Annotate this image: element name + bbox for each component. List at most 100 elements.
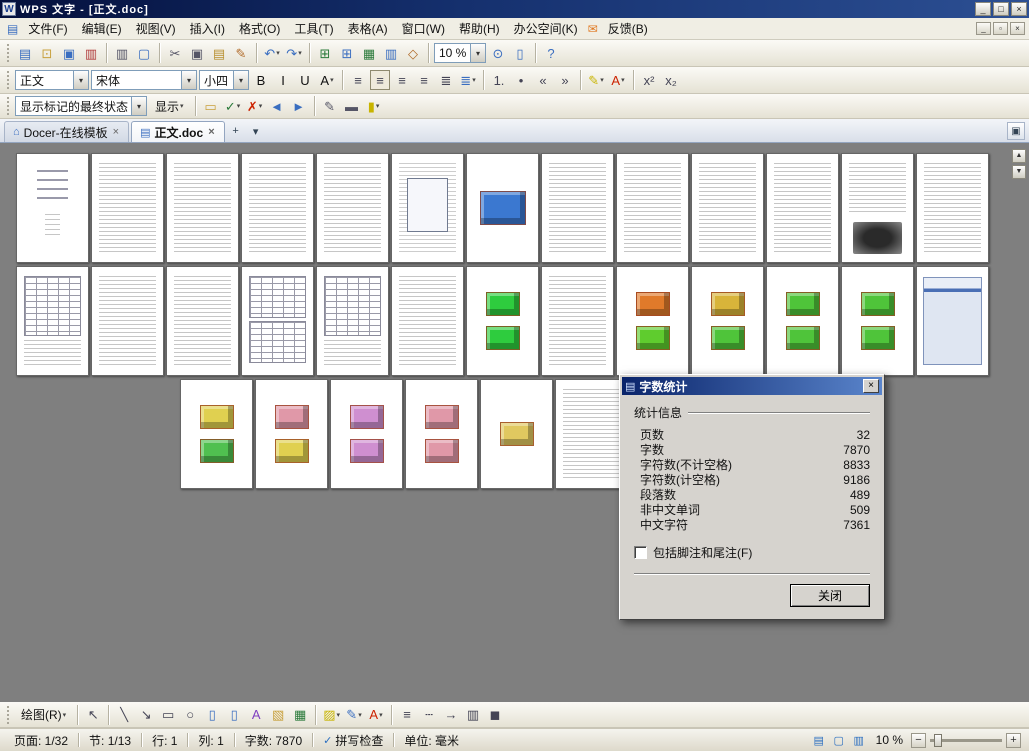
page-thumbnail[interactable] bbox=[841, 153, 914, 263]
page-thumbnail[interactable] bbox=[316, 153, 389, 263]
highlight-color-icon[interactable]: ✎ ▾ bbox=[586, 70, 606, 90]
toolbar-grip[interactable] bbox=[5, 71, 10, 89]
show-markup-menu[interactable]: 显示 ▾ bbox=[149, 96, 190, 116]
arrow-line-icon[interactable]: ↘ bbox=[136, 705, 156, 725]
fill-color-icon[interactable]: ▨ ▾ bbox=[321, 705, 342, 725]
page-thumbnail[interactable] bbox=[166, 266, 239, 376]
draw-font-color-icon[interactable]: A ▾ bbox=[366, 705, 386, 725]
dropdown-arrow-icon[interactable]: ▾ bbox=[233, 71, 248, 89]
zoom-slider-thumb[interactable] bbox=[934, 733, 942, 747]
threed-style-icon[interactable]: ◼ bbox=[485, 705, 505, 725]
status-column-indicator[interactable]: 列: 1 bbox=[192, 732, 229, 749]
select-objects-icon[interactable]: ↖ bbox=[83, 705, 103, 725]
page-thumbnail[interactable] bbox=[255, 379, 328, 489]
checkbox-unchecked-icon[interactable] bbox=[634, 546, 647, 559]
menu-item-tools[interactable]: 工具(T) bbox=[287, 18, 340, 39]
toolbar-grip[interactable] bbox=[5, 705, 10, 724]
vertical-text-box-icon[interactable]: ▯ bbox=[224, 705, 244, 725]
print-preview-icon[interactable]: ▢ bbox=[134, 43, 154, 63]
new-document-icon[interactable]: ▤ bbox=[15, 43, 35, 63]
status-spell-check[interactable]: ✓ 拼写检查 bbox=[317, 732, 389, 749]
insert-chart-icon[interactable]: ▦ bbox=[359, 43, 379, 63]
highlighter-icon[interactable]: ▮ ▾ bbox=[364, 96, 384, 116]
minimize-button[interactable]: _ bbox=[975, 2, 991, 16]
font-combo[interactable]: 宋体 ▾ bbox=[91, 70, 197, 90]
clip-art-icon[interactable]: ▧ bbox=[268, 705, 288, 725]
redo-icon[interactable]: ↷ ▾ bbox=[284, 43, 304, 63]
page-thumbnail[interactable] bbox=[16, 153, 89, 263]
page-thumbnail[interactable] bbox=[316, 266, 389, 376]
document-menu-icon[interactable]: ▤ bbox=[7, 22, 18, 36]
reviewing-pane-icon[interactable]: ▬ bbox=[342, 96, 362, 116]
insert-table-icon[interactable]: ⊞ bbox=[315, 43, 335, 63]
menu-item-window[interactable]: 窗口(W) bbox=[395, 18, 452, 39]
doc-minimize-button[interactable]: _ bbox=[976, 22, 991, 35]
page-thumbnail[interactable] bbox=[916, 266, 989, 376]
markup-display-combo[interactable]: 显示标记的最终状态 ▾ bbox=[15, 96, 147, 116]
zoom-slider[interactable] bbox=[930, 733, 1002, 747]
increase-indent-icon[interactable]: » bbox=[555, 70, 575, 90]
zoom-out-button[interactable]: − bbox=[911, 732, 926, 748]
save-icon[interactable]: ▣ bbox=[59, 43, 79, 63]
status-word-count[interactable]: 字数: 7870 bbox=[239, 732, 308, 749]
insert-worksheet-icon[interactable]: ⊞ bbox=[337, 43, 357, 63]
align-justify-icon[interactable]: ≡ bbox=[414, 70, 434, 90]
close-tab-icon[interactable]: × bbox=[112, 126, 120, 138]
print-icon[interactable]: ▥ bbox=[112, 43, 132, 63]
page-thumbnail[interactable] bbox=[166, 153, 239, 263]
tab-list-arrow-icon[interactable]: ▾ bbox=[247, 122, 265, 140]
arrow-style-icon[interactable]: → bbox=[441, 705, 461, 725]
rectangle-icon[interactable]: ▭ bbox=[158, 705, 178, 725]
zoom-in-button[interactable]: + bbox=[1006, 732, 1021, 748]
page-layout-view-icon[interactable]: ▤ bbox=[810, 732, 828, 748]
tab-document[interactable]: ▤ 正文.doc × bbox=[131, 121, 225, 142]
page-thumbnail[interactable] bbox=[466, 153, 539, 263]
page-thumbnail[interactable] bbox=[541, 153, 614, 263]
decrease-indent-icon[interactable]: « bbox=[533, 70, 553, 90]
page-thumbnail[interactable] bbox=[541, 266, 614, 376]
draw-menu-button[interactable]: 绘图(R) ▾ bbox=[15, 705, 72, 725]
page-thumbnail[interactable] bbox=[91, 266, 164, 376]
toolbar-grip[interactable] bbox=[5, 44, 10, 62]
character-border-icon[interactable]: A ▾ bbox=[317, 70, 337, 90]
font-color-icon[interactable]: A ▾ bbox=[608, 70, 628, 90]
word-art-icon[interactable]: A bbox=[246, 705, 266, 725]
scroll-up-button[interactable]: ▲ bbox=[1012, 149, 1026, 163]
page-thumbnail[interactable] bbox=[555, 379, 628, 489]
bold-icon[interactable]: B bbox=[251, 70, 271, 90]
shadow-style-icon[interactable]: ▥ bbox=[463, 705, 483, 725]
page-thumbnail[interactable] bbox=[405, 379, 478, 489]
help-icon[interactable]: ? bbox=[541, 43, 561, 63]
menu-item-file[interactable]: 文件(F) bbox=[21, 18, 74, 39]
insert-picture-icon[interactable]: ▦ bbox=[290, 705, 310, 725]
text-box-icon[interactable]: ▯ bbox=[202, 705, 222, 725]
new-tab-button[interactable]: + bbox=[227, 122, 245, 140]
align-center-icon[interactable]: ≡ bbox=[370, 70, 390, 90]
accept-change-icon[interactable]: ✓ ▾ bbox=[223, 96, 243, 116]
page-thumbnail[interactable] bbox=[480, 379, 553, 489]
dropdown-arrow-icon[interactable]: ▾ bbox=[181, 71, 196, 89]
paste-icon[interactable]: ▤ bbox=[209, 43, 229, 63]
menu-item-view[interactable]: 视图(V) bbox=[129, 18, 183, 39]
line-spacing-icon[interactable]: ≣ ▾ bbox=[458, 70, 478, 90]
numbering-icon[interactable]: 1. bbox=[489, 70, 509, 90]
document-map-icon[interactable]: ▯ bbox=[510, 43, 530, 63]
page-thumbnail[interactable] bbox=[391, 153, 464, 263]
underline-icon[interactable]: U bbox=[295, 70, 315, 90]
web-layout-view-icon[interactable]: ▥ bbox=[850, 732, 868, 748]
style-combo[interactable]: 正文 ▾ bbox=[15, 70, 89, 90]
page-thumbnail[interactable] bbox=[616, 153, 689, 263]
close-button[interactable]: × bbox=[1011, 2, 1027, 16]
page-thumbnail[interactable] bbox=[691, 153, 764, 263]
next-change-icon[interactable]: ► bbox=[289, 96, 309, 116]
line-color-icon[interactable]: ✎ ▾ bbox=[344, 705, 364, 725]
page-thumbnail[interactable] bbox=[391, 266, 464, 376]
line-icon[interactable]: ╲ bbox=[114, 705, 134, 725]
italic-icon[interactable]: I bbox=[273, 70, 293, 90]
page-thumbnail[interactable] bbox=[766, 266, 839, 376]
include-footnotes-option[interactable]: 包括脚注和尾注(F) bbox=[634, 544, 870, 561]
dropdown-arrow-icon[interactable]: ▾ bbox=[470, 44, 485, 62]
reject-change-icon[interactable]: ✗ ▾ bbox=[245, 96, 265, 116]
maximize-button[interactable]: □ bbox=[993, 2, 1009, 16]
page-thumbnail[interactable] bbox=[241, 266, 314, 376]
